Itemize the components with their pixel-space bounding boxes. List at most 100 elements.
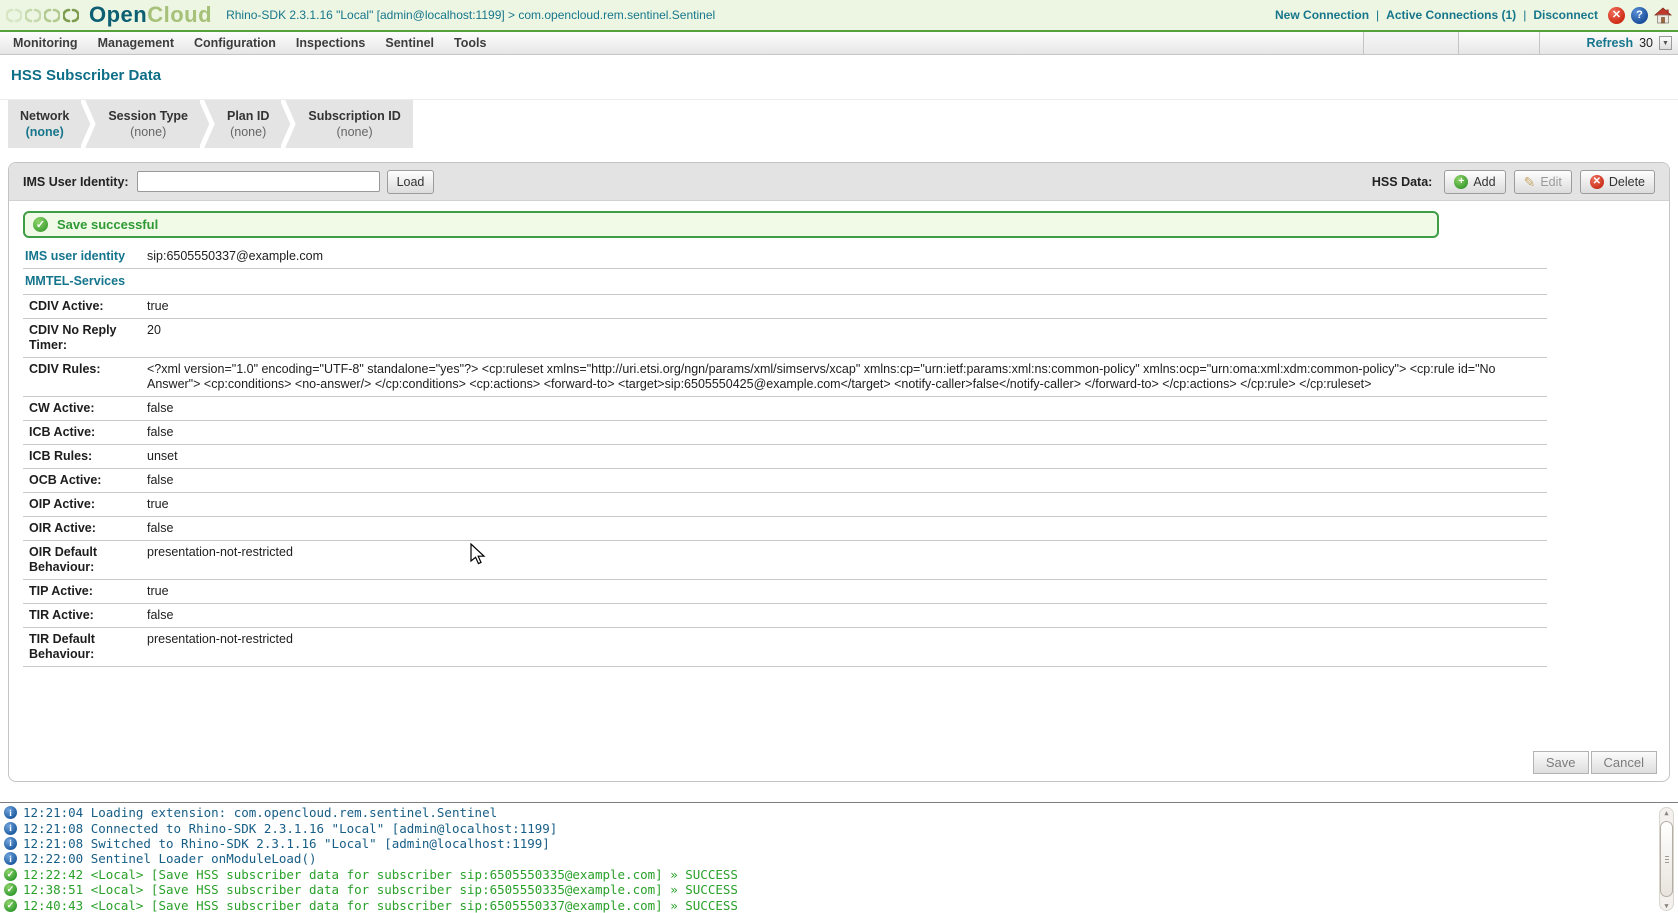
table-row: TIP Active:true: [23, 580, 1547, 604]
table-row: OIP Active:true: [23, 493, 1547, 517]
log-line: i12:22:00 Sentinel Loader onModuleLoad(): [4, 851, 1678, 866]
link-separator: |: [1376, 8, 1379, 22]
row-label: TIR Active:: [23, 607, 143, 624]
panel-toolbar: IMS User Identity: Load HSS Data: + Add …: [9, 163, 1669, 201]
chain-link-icon: [6, 8, 22, 23]
help-icon[interactable]: ?: [1631, 7, 1648, 24]
row-value: false: [143, 400, 1547, 417]
wizard-step-subscription-id[interactable]: Subscription ID(none): [296, 100, 412, 148]
home-icon[interactable]: [1654, 7, 1672, 24]
table-row: MMTEL-Services: [23, 269, 1547, 295]
log-text: 12:21:08 Switched to Rhino-SDK 2.3.1.16 …: [23, 836, 550, 851]
menu-item-monitoring[interactable]: Monitoring: [3, 36, 88, 50]
menu-cell-empty: [1363, 32, 1458, 54]
scrollbar-thumb[interactable]: [1660, 821, 1673, 897]
connection-title: Rhino-SDK 2.3.1.16 "Local" [admin@localh…: [226, 8, 715, 22]
log-text: 12:21:08 Connected to Rhino-SDK 2.3.1.16…: [23, 821, 557, 836]
edit-button[interactable]: ✎ Edit: [1514, 170, 1572, 194]
logo-chain-icons: [6, 8, 79, 23]
menu-item-tools[interactable]: Tools: [444, 36, 496, 50]
panel-body: ✓ Save successful IMS user identitysip:6…: [9, 201, 1669, 782]
chain-link-icon: [63, 8, 79, 23]
save-successful-text: Save successful: [57, 217, 158, 232]
wizard-step-label: Plan ID: [227, 108, 269, 124]
header-links: New Connection | Active Connections (1) | Di…: [1275, 8, 1598, 22]
row-value: true: [143, 583, 1547, 600]
row-value: false: [143, 424, 1547, 441]
table-row: CW Active:false: [23, 397, 1547, 421]
scrollbar-up-arrow[interactable]: ▲: [1661, 809, 1672, 817]
cancel-button[interactable]: Cancel: [1591, 751, 1657, 774]
link-separator: |: [1523, 8, 1526, 22]
wizard-step-plan-id[interactable]: Plan ID(none): [215, 100, 281, 148]
header-link-new-connection[interactable]: New Connection: [1275, 8, 1369, 22]
info-icon: i: [4, 806, 17, 819]
menu-item-inspections[interactable]: Inspections: [286, 36, 375, 50]
row-label: OIP Active:: [23, 496, 143, 513]
wizard-step-value: (none): [336, 124, 372, 140]
hss-data-buttons: + Add ✎ Edit ✕ Delete: [1444, 170, 1655, 194]
row-value: presentation-not-restricted: [143, 631, 1547, 663]
header-link-active-connections-1-[interactable]: Active Connections (1): [1386, 8, 1516, 22]
header-link-disconnect[interactable]: Disconnect: [1533, 8, 1598, 22]
ims-user-identity-label: IMS User Identity:: [23, 175, 129, 189]
log-line: i12:21:08 Switched to Rhino-SDK 2.3.1.16…: [4, 836, 1678, 851]
log-line: i 12:21:08 Connected to Rhino-SDK 2.3.1.1…: [4, 820, 1678, 835]
refresh-link[interactable]: Refresh: [1587, 36, 1634, 50]
menu-item-sentinel[interactable]: Sentinel: [375, 36, 444, 50]
log-text: 12:40:43 <Local> [Save HSS subscriber da…: [23, 898, 738, 913]
row-value: 20: [143, 322, 1547, 354]
opencloud-logo: OpenCloud: [89, 4, 212, 26]
refresh-interval-spinner[interactable]: ▼: [1659, 36, 1672, 50]
refresh-cell: Refresh 30 ▼: [1539, 32, 1678, 54]
row-label: TIR Default Behaviour:: [23, 631, 143, 663]
row-label: IMS user identity: [23, 248, 143, 265]
row-label: ICB Active:: [23, 424, 143, 441]
delete-icon: ✕: [1590, 175, 1604, 189]
chevron-separator-icon: [281, 100, 296, 148]
close-connection-icon[interactable]: ✕: [1608, 7, 1625, 24]
row-value: true: [143, 298, 1547, 315]
log-line: i 12:21:04 Loading extension: com.openclo…: [4, 805, 1678, 820]
wizard-step-label: Session Type: [108, 108, 188, 124]
save-successful-banner: ✓ Save successful: [23, 211, 1439, 238]
menu-item-management[interactable]: Management: [88, 36, 184, 50]
row-value: sip:6505550337@example.com: [143, 248, 1547, 265]
row-value: [143, 273, 1547, 290]
chevron-separator-icon: [200, 100, 215, 148]
refresh-interval-value: 30: [1639, 36, 1653, 50]
table-row: ICB Rules:unset: [23, 445, 1547, 469]
log-line: ✓12:40:43 <Local> [Save HSS subscriber d…: [4, 897, 1678, 912]
table-row: IMS user identitysip:6505550337@example.…: [23, 245, 1547, 269]
wizard-step-network[interactable]: Network(none): [8, 100, 81, 148]
row-label: OIR Default Behaviour:: [23, 544, 143, 576]
wizard-step-session-type[interactable]: Session Type(none): [96, 100, 200, 148]
hss-panel: IMS User Identity: Load HSS Data: + Add …: [8, 162, 1670, 782]
table-row: ICB Active:false: [23, 421, 1547, 445]
delete-button[interactable]: ✕ Delete: [1580, 170, 1655, 194]
row-value: presentation-not-restricted: [143, 544, 1547, 576]
save-button[interactable]: Save: [1533, 751, 1589, 774]
menu-item-configuration[interactable]: Configuration: [184, 36, 286, 50]
load-button[interactable]: Load: [387, 170, 435, 194]
edit-pencil-icon: ✎: [1524, 175, 1536, 189]
log-text: 12:21:04 Loading extension: com.openclou…: [23, 805, 497, 820]
scrollbar-down-arrow[interactable]: ▼: [1661, 902, 1672, 910]
log-line: ✓12:38:51 <Local> [Save HSS subscriber d…: [4, 882, 1678, 897]
add-icon: +: [1454, 175, 1468, 189]
ims-user-identity-input[interactable]: [137, 171, 380, 192]
info-icon: i: [4, 822, 17, 835]
add-button[interactable]: + Add: [1444, 170, 1505, 194]
log-console: i 12:21:04 Loading extension: com.openclo…: [0, 802, 1678, 913]
success-icon: ✓: [4, 883, 17, 896]
row-value: false: [143, 607, 1547, 624]
subscriber-table: IMS user identitysip:6505550337@example.…: [23, 245, 1547, 667]
success-check-icon: ✓: [33, 217, 48, 232]
table-row: TIR Active:false: [23, 604, 1547, 628]
wizard-step-value: (none): [130, 124, 166, 140]
console-scrollbar[interactable]: ▲ ▼: [1659, 807, 1674, 911]
log-text: 12:22:00 Sentinel Loader onModuleLoad(): [23, 851, 317, 866]
table-row: OIR Default Behaviour:presentation-not-r…: [23, 541, 1547, 580]
wizard-strip: Network(none)Session Type(none)Plan ID(n…: [8, 100, 413, 148]
wizard-step-label: Subscription ID: [308, 108, 400, 124]
